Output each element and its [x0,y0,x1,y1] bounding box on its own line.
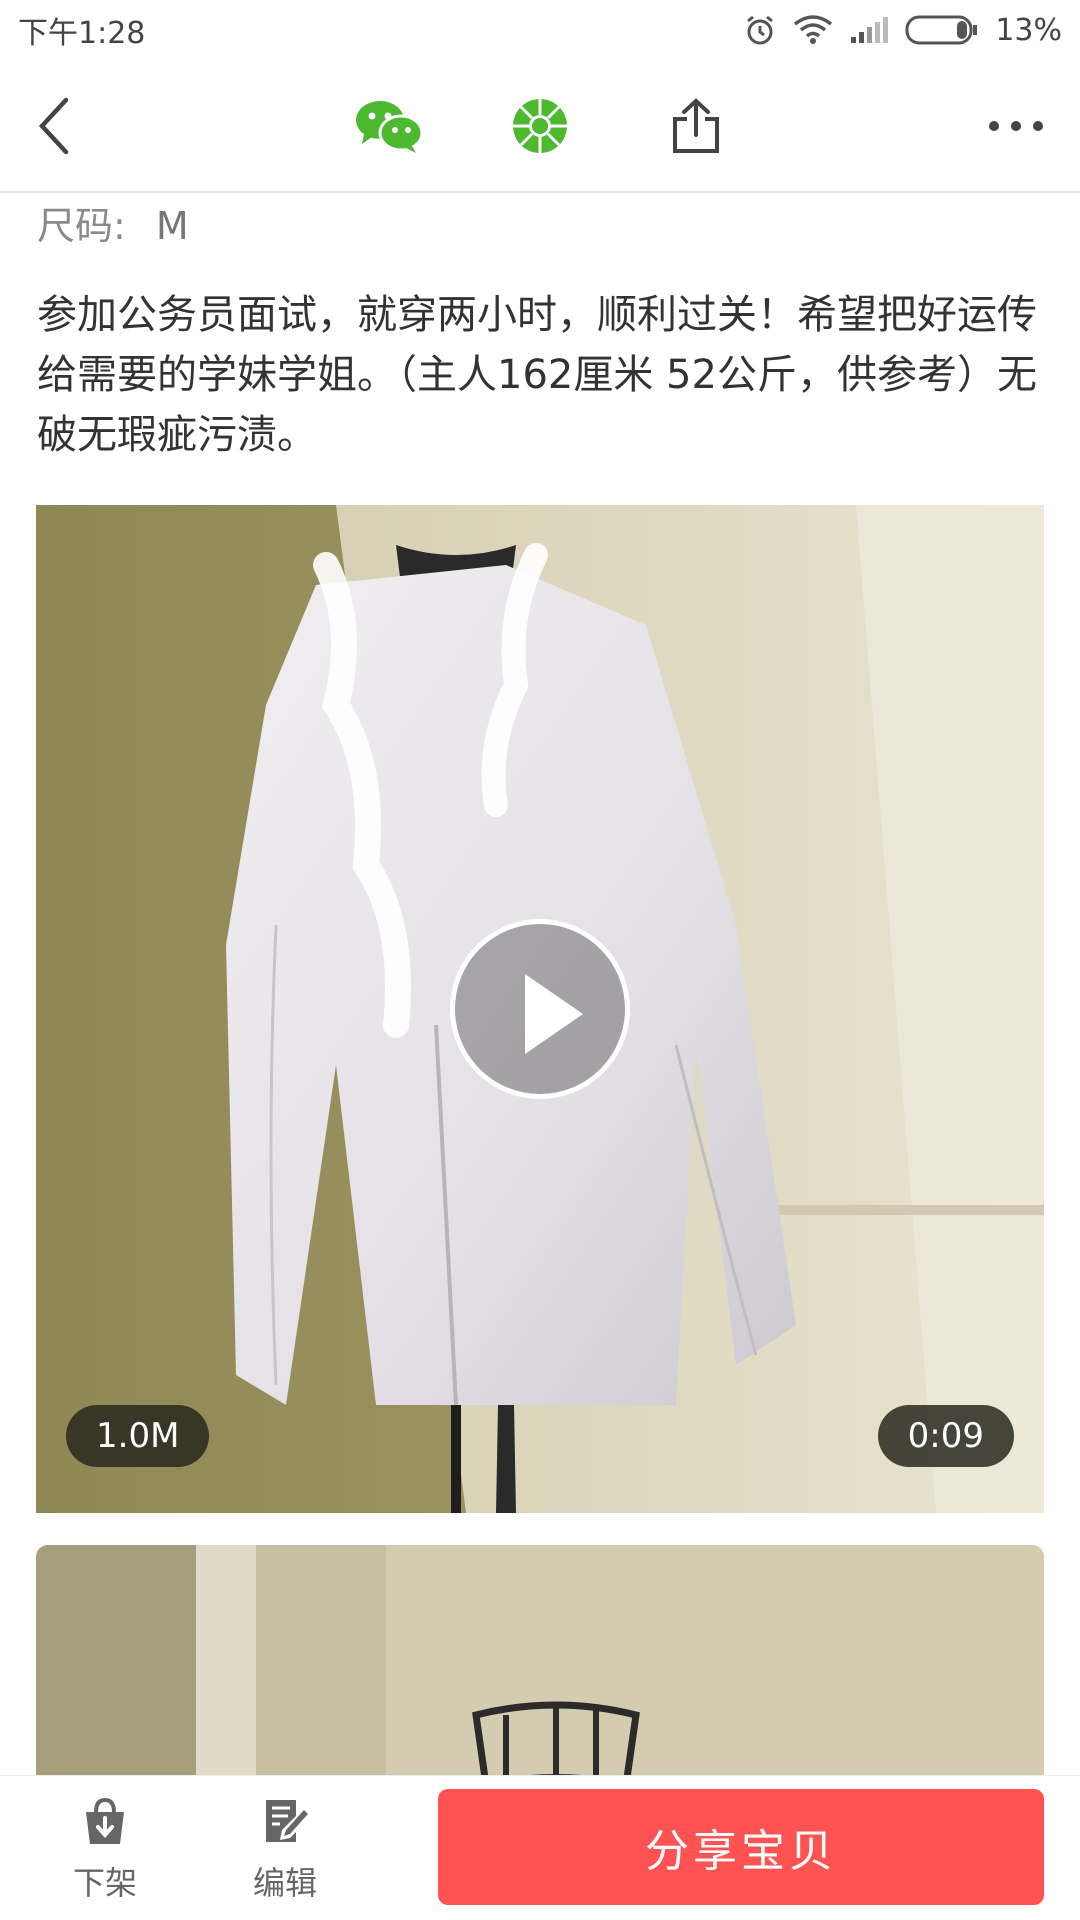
size-label: 尺码: [37,204,126,248]
more-icon [989,121,1043,131]
item-photo-image [36,1545,1044,1775]
battery-percent: 13% [995,12,1062,48]
bottom-action-bar: 下架 编辑 分享宝贝 [0,1775,1080,1920]
delist-label: 下架 [72,1864,137,1902]
moments-icon [513,99,567,153]
delist-icon [86,1797,124,1844]
alarm-icon [747,15,774,45]
moments-share-button[interactable] [504,90,576,162]
size-value: M [155,204,189,248]
status-time: 下午1:28 [18,16,146,51]
video-player[interactable]: 1.0M 0:09 [36,505,1044,1513]
battery-icon [905,15,978,45]
share-item-button[interactable]: 分享宝贝 [438,1789,1044,1905]
play-button[interactable] [450,919,630,1099]
edit-icon [266,1800,308,1842]
edit-label: 编辑 [252,1864,317,1902]
back-button[interactable] [18,90,90,162]
top-nav [0,60,1080,193]
status-bar: 下午1:28 13% [0,0,1080,60]
wechat-share-button[interactable] [348,90,430,162]
back-icon [38,97,69,155]
more-button[interactable] [980,90,1052,162]
item-description: 参加公务员面试，就穿两小时，顺利过关！希望把好运传给需要的学妹学姐。（主人162… [37,292,1037,458]
edit-button[interactable]: 编辑 [225,1796,345,1906]
share-button[interactable] [660,90,732,162]
play-icon [525,974,583,1054]
size-line: 尺码: M [37,195,189,250]
item-photo[interactable] [36,1545,1044,1775]
status-icons: 13% [743,13,1062,48]
delist-button[interactable]: 下架 [45,1796,165,1906]
item-detail-content[interactable]: 尺码: M 参加公务员面试，就穿两小时，顺利过关！希望把好运传给需要的学妹学姐。（… [0,195,1080,1775]
wechat-icon [356,101,424,153]
share-upload-icon [673,98,719,153]
video-duration: 0:09 [877,1405,1014,1467]
wifi-icon [794,15,833,44]
signal-icon [851,17,889,43]
video-file-size: 1.0M [66,1405,210,1467]
